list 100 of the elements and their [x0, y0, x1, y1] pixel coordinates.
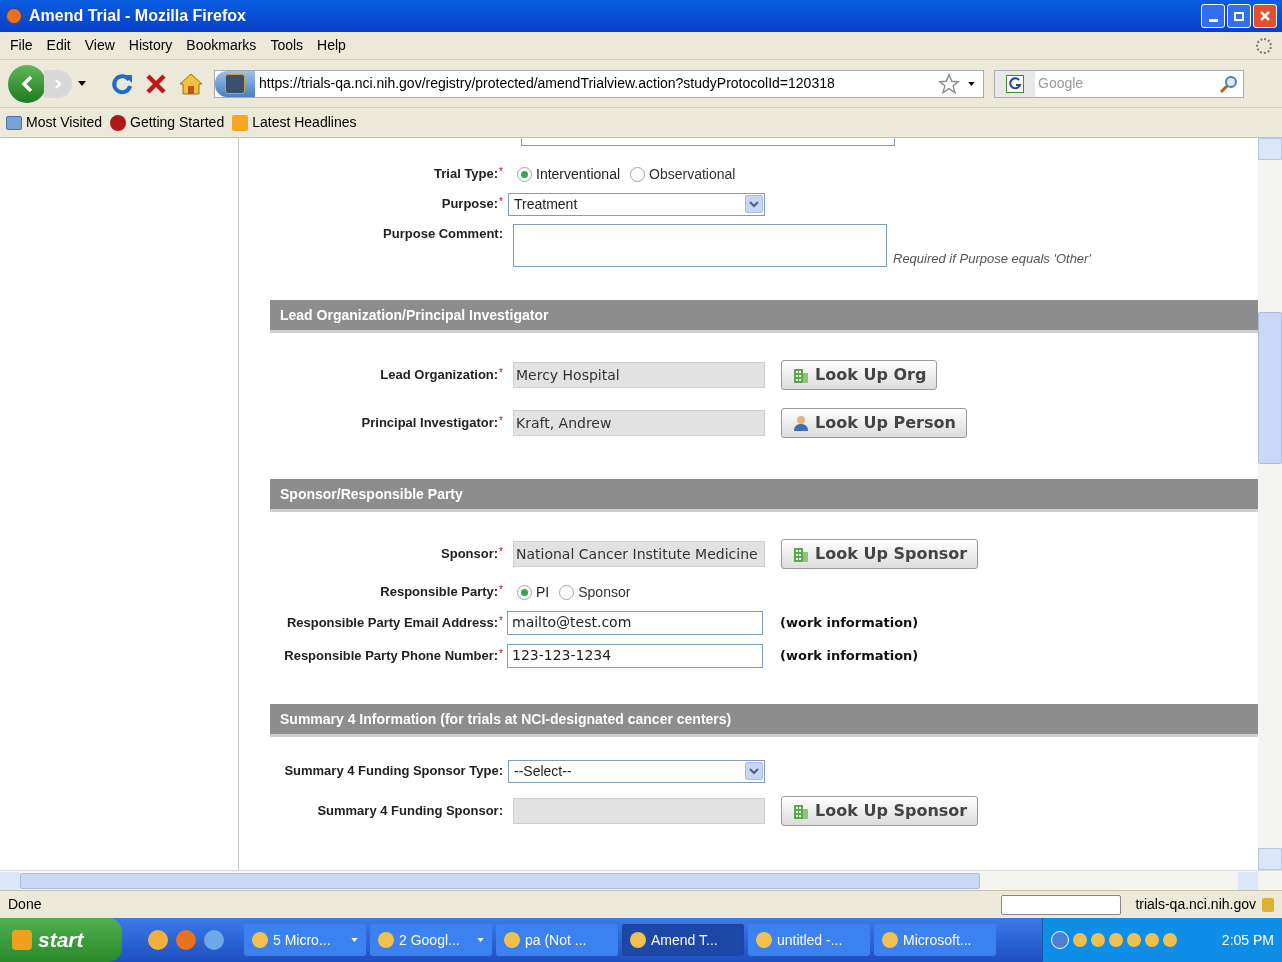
app-icon[interactable]	[204, 930, 224, 950]
menu-item[interactable]: Help	[311, 35, 352, 56]
hint-text: Required if Purpose equals 'Other'	[893, 249, 1091, 268]
note-text: (work information)	[780, 613, 919, 632]
caret-icon[interactable]	[78, 81, 86, 86]
horizontal-scrollbar[interactable]	[0, 870, 1282, 890]
close-button[interactable]	[1253, 4, 1277, 28]
text-field[interactable]	[521, 138, 895, 146]
look-up-button[interactable]: Look Up Sponsor	[781, 539, 979, 569]
site-icon	[215, 70, 255, 97]
url-text: https://trials-qa.nci.nih.gov/registry/protected/amendTrialview.action?studyProtocolId=120318	[259, 74, 835, 93]
search-engine-icon[interactable]	[995, 70, 1035, 97]
building-icon	[792, 366, 810, 384]
readonly-field: Mercy Hospital	[513, 362, 765, 388]
app-icon	[630, 932, 646, 948]
tray-icon[interactable]	[1163, 933, 1177, 947]
status-text: Done	[8, 895, 42, 914]
menu-item[interactable]: Tools	[264, 35, 310, 56]
section-header: Summary 4 Information (for trials at NCI-designated cancer centers)	[270, 704, 1258, 737]
address-bar[interactable]: https://trials-qa.nci.nih.gov/registry/protected/amendTrialview.action?studyProtocolId=120318	[214, 69, 984, 98]
taskbar-task[interactable]: untitled -...	[748, 924, 870, 956]
required-mark: *	[499, 545, 503, 560]
vertical-scrollbar[interactable]	[1258, 138, 1282, 870]
radio-button[interactable]	[517, 166, 532, 182]
expand-tray-icon[interactable]	[1051, 931, 1069, 949]
home-icon[interactable]	[178, 71, 204, 96]
readonly-field: Kraft, Andrew	[513, 410, 765, 436]
required-mark: *	[499, 613, 503, 628]
menu-item[interactable]: History	[122, 35, 179, 56]
menu-item[interactable]: View	[78, 35, 121, 56]
app-icon	[504, 932, 520, 948]
close-icon	[1259, 10, 1271, 22]
look-up-button[interactable]: Look Up Org	[781, 360, 938, 390]
field-label: Purpose:	[441, 195, 499, 214]
field-label: Responsible Party Email Address:	[286, 613, 499, 632]
text-field[interactable]: 123-123-1234	[507, 643, 763, 668]
look-up-button[interactable]: Look Up Sponsor	[781, 796, 979, 826]
required-mark: *	[499, 165, 503, 180]
loading-spinner-icon	[1256, 37, 1272, 54]
tray-icon[interactable]	[1145, 933, 1159, 947]
menu-item[interactable]: File	[4, 35, 39, 56]
field-label: Principal Investigator:	[361, 414, 499, 433]
section-header: Lead Organization/Principal Investigator	[270, 300, 1258, 333]
comment-field[interactable]	[513, 224, 887, 267]
bookmark-item[interactable]: Most Visited	[6, 112, 102, 133]
tray-icon[interactable]	[1127, 933, 1141, 947]
text-field[interactable]: mailto@test.com	[507, 610, 763, 635]
search-bar[interactable]: Google	[994, 69, 1244, 98]
host-text: trials-qa.nci.nih.gov	[1135, 895, 1256, 914]
restore-button[interactable]	[1227, 4, 1251, 28]
star-icon[interactable]	[938, 72, 960, 95]
field-label: Summary 4 Funding Sponsor Type:	[284, 762, 503, 781]
field-label: Responsible Party Phone Number:	[284, 646, 499, 665]
clock-text: 2:05 PM	[1221, 930, 1274, 950]
field-label: Trial Type:	[434, 165, 499, 184]
radio-label: Sponsor	[578, 582, 631, 602]
minimize-button[interactable]	[1201, 4, 1225, 28]
lock-icon	[1262, 897, 1274, 912]
taskbar-task[interactable]: Amend T...	[622, 924, 744, 956]
field-label: Lead Organization:	[380, 366, 499, 385]
reload-icon[interactable]	[110, 71, 134, 96]
taskbar-task[interactable]: pa (Not ...	[496, 924, 618, 956]
search-input[interactable]: Google	[1038, 73, 1219, 94]
required-mark: *	[499, 366, 503, 381]
radio-button[interactable]	[630, 166, 646, 182]
radio-button[interactable]	[517, 584, 532, 600]
required-mark: *	[499, 646, 503, 661]
field-label: Purpose Comment:	[383, 225, 503, 243]
radio-label: Observational	[649, 164, 736, 184]
windows-logo-icon	[12, 930, 32, 950]
radio-label: PI	[536, 582, 550, 602]
tray-icon[interactable]	[1109, 933, 1123, 947]
readonly-field: National Cancer Institute Medicine	[513, 541, 765, 567]
app-icon	[756, 932, 772, 948]
folder-icon	[6, 115, 22, 130]
radio-label: Interventional	[536, 164, 621, 184]
caret-icon[interactable]	[968, 81, 975, 86]
tray-icon[interactable]	[1073, 933, 1087, 947]
radio-button[interactable]	[559, 584, 575, 600]
dropdown-field[interactable]: Treatment	[508, 192, 765, 216]
taskbar-task[interactable]: 2 Googl...	[370, 924, 492, 956]
app-icon	[252, 932, 268, 948]
bookmark-item[interactable]: Latest Headlines	[232, 112, 357, 133]
app-icon	[882, 932, 898, 948]
chevron-down-icon	[745, 195, 763, 213]
bookmark-item[interactable]: Getting Started	[110, 112, 225, 133]
required-mark: *	[499, 583, 503, 598]
stop-icon[interactable]	[144, 71, 168, 96]
taskbar-task[interactable]: 5 Micro...	[244, 924, 366, 956]
tray-icon[interactable]	[1091, 933, 1105, 947]
menu-item[interactable]: Bookmarks	[180, 35, 263, 56]
dropdown-field[interactable]: --Select--	[508, 759, 765, 783]
required-mark: *	[499, 414, 503, 429]
building-icon	[792, 545, 810, 563]
look-up-button[interactable]: Look Up Person	[781, 408, 967, 438]
search-icon[interactable]	[1219, 73, 1239, 94]
field-label: Responsible Party:	[380, 583, 499, 602]
menu-item[interactable]: Edit	[40, 35, 77, 56]
taskbar-task[interactable]: Microsoft...	[874, 924, 996, 956]
back-icon[interactable]	[8, 64, 46, 103]
